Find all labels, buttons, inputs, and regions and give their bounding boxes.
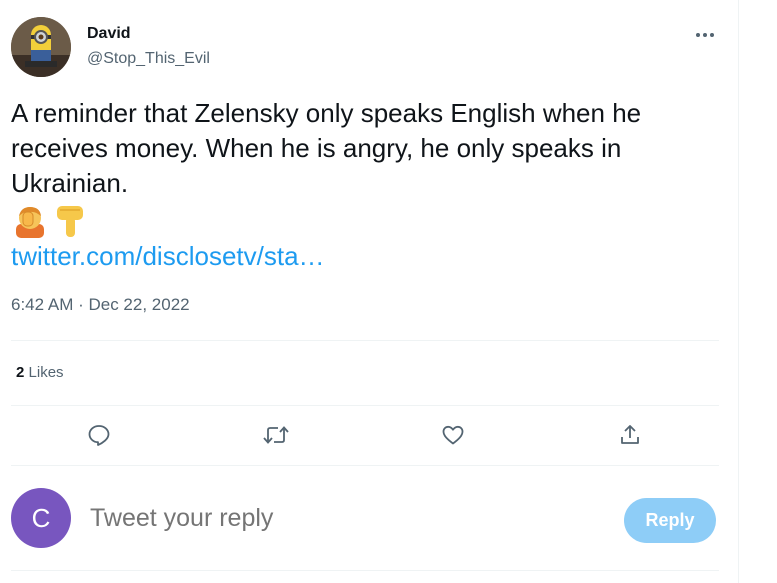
likes-count: 2 bbox=[16, 364, 25, 381]
pointing-down-emoji bbox=[57, 206, 83, 237]
emoji-row bbox=[13, 204, 93, 238]
current-user-avatar[interactable]: C bbox=[11, 488, 71, 548]
reply-input[interactable] bbox=[88, 503, 414, 534]
tweet-text: A reminder that Zelensky only speaks Eng… bbox=[11, 98, 642, 198]
divider bbox=[11, 465, 719, 466]
author-handle[interactable]: @Stop_This_Evil bbox=[87, 50, 210, 68]
more-options-icon[interactable] bbox=[693, 23, 717, 47]
tweet-timestamp[interactable]: 6:42 AM · Dec 22, 2022 bbox=[11, 295, 190, 315]
likes-stat[interactable]: 2 Likes bbox=[16, 364, 64, 381]
reply-button[interactable]: Reply bbox=[624, 498, 716, 543]
facepalm-emoji bbox=[16, 207, 44, 238]
author-display-name[interactable]: David bbox=[87, 25, 131, 43]
tweet-link[interactable]: twitter.com/disclosetv/sta… bbox=[11, 239, 325, 274]
divider bbox=[11, 405, 719, 406]
divider bbox=[11, 570, 719, 571]
likes-label: Likes bbox=[28, 364, 64, 381]
minion-avatar-icon bbox=[11, 17, 71, 77]
reply-icon[interactable] bbox=[85, 421, 113, 449]
divider bbox=[11, 340, 719, 341]
share-icon[interactable] bbox=[616, 421, 644, 449]
retweet-icon[interactable] bbox=[262, 421, 290, 449]
author-avatar[interactable] bbox=[11, 17, 71, 77]
like-icon[interactable] bbox=[439, 421, 467, 449]
tweet-detail-card: David @Stop_This_Evil A reminder that Ze… bbox=[0, 0, 739, 583]
tweet-header: David @Stop_This_Evil bbox=[11, 17, 721, 77]
